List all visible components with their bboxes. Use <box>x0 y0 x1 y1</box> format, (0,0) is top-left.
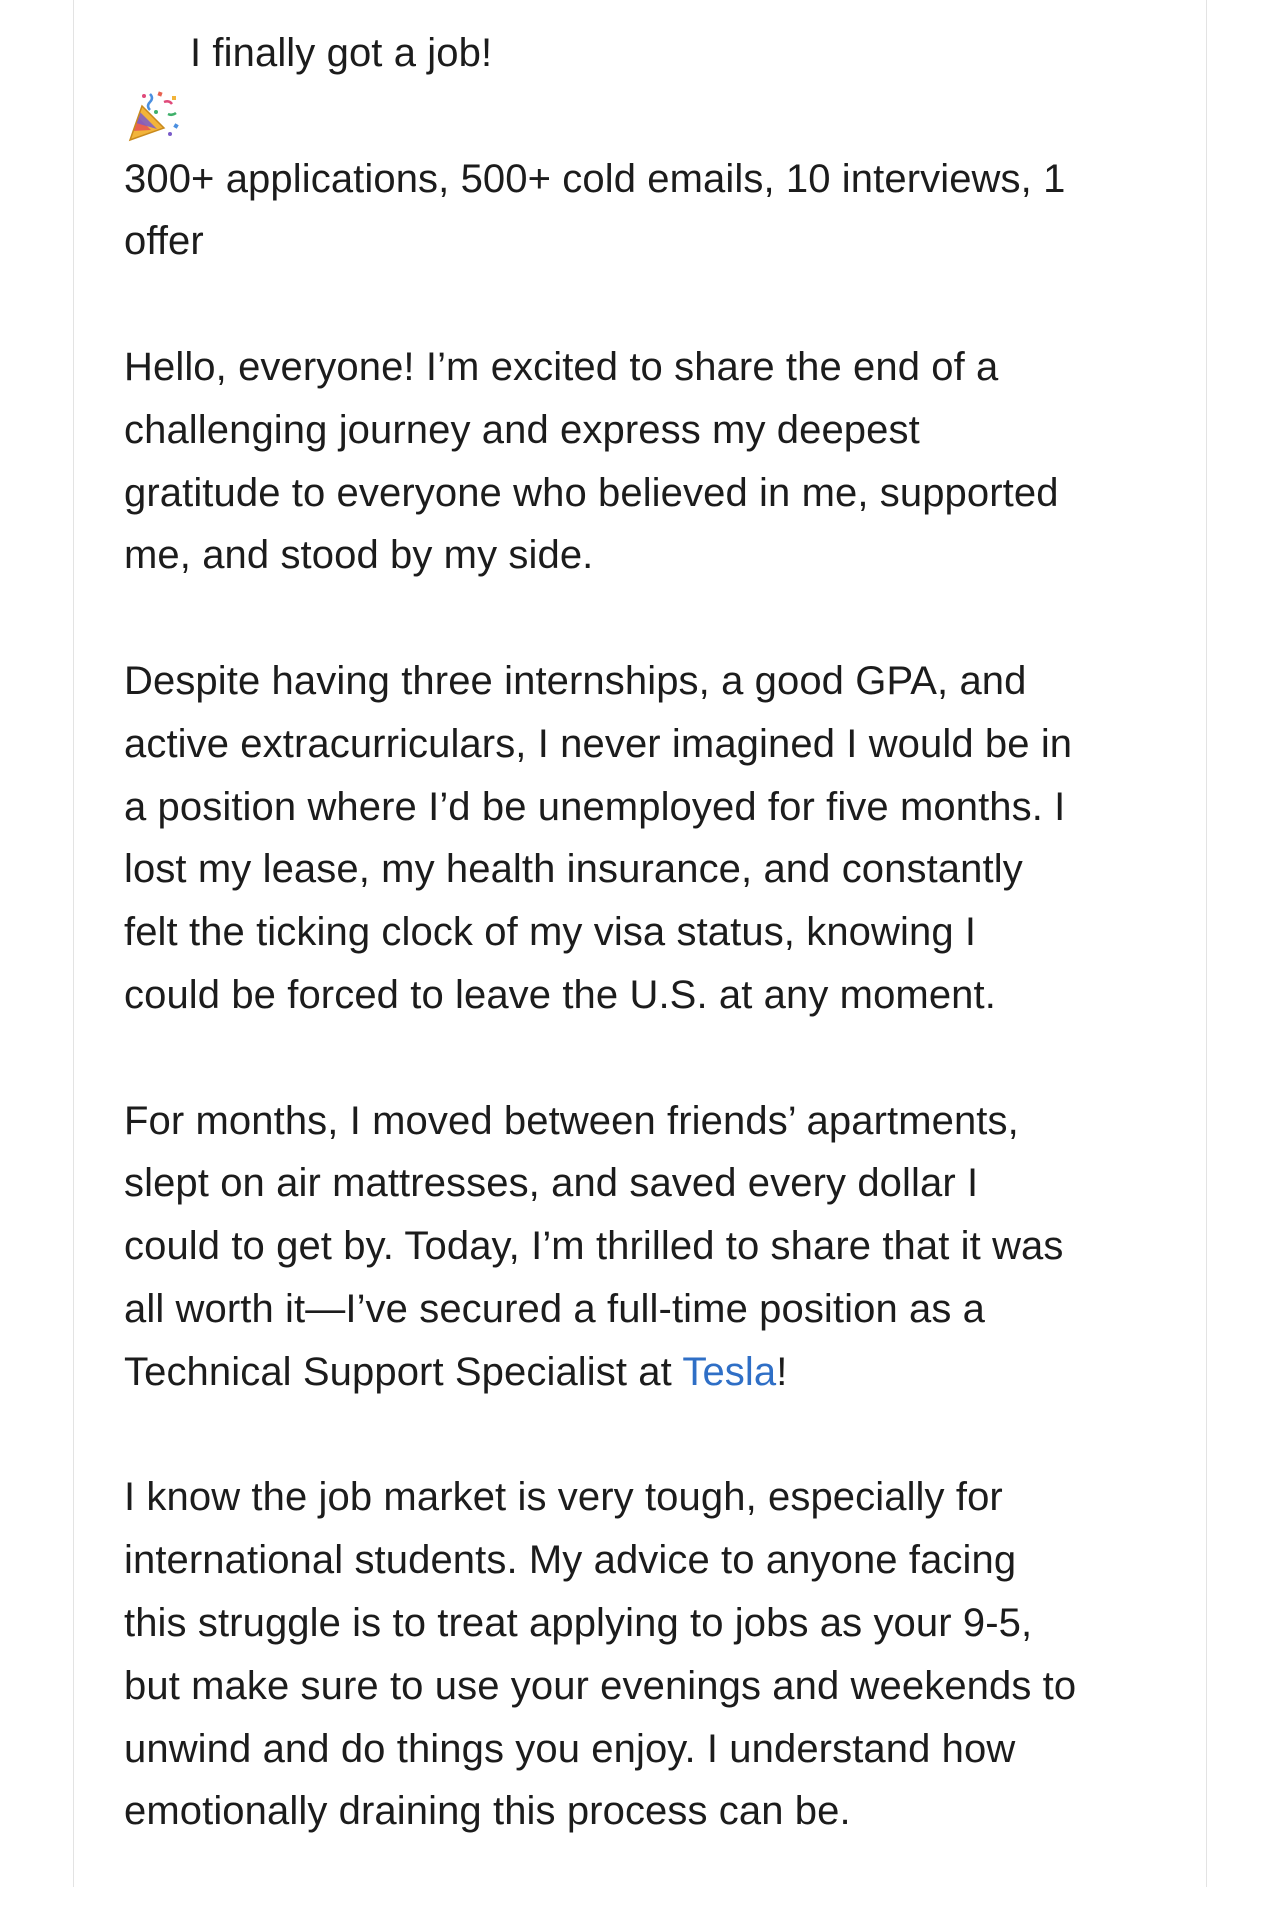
post-paragraph-news: For months, I moved between friends’ apa… <box>124 1090 1164 1404</box>
post-body: I finally got a job! 300+ applications, … <box>124 22 1164 1906</box>
post-paragraph-news-end: ! <box>776 1349 788 1394</box>
post-paragraph-advice: I know the job market is very tough, esp… <box>124 1475 1077 1834</box>
post-title-row: I finally got a job! <box>124 22 1164 142</box>
party-popper-icon <box>124 25 180 142</box>
post-paragraph-struggle: Despite having three internships, a good… <box>124 658 1073 1017</box>
post-stats: 300+ applications, 500+ cold emails, 10 … <box>124 156 1066 264</box>
post-paragraph-news-text: For months, I moved between friends’ apa… <box>124 1098 1064 1394</box>
post-paragraph-intro: Hello, everyone! I’m excited to share th… <box>124 344 1059 578</box>
post-title: I finally got a job! <box>190 31 493 75</box>
company-link-tesla[interactable]: Tesla <box>682 1350 776 1394</box>
post-card: I finally got a job! 300+ applications, … <box>73 0 1207 1887</box>
